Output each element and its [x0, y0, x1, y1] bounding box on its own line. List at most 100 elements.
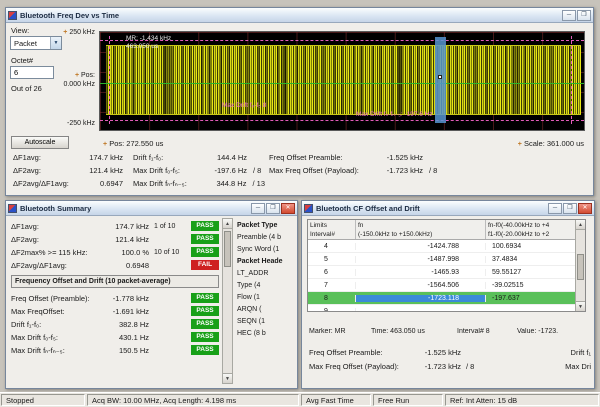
marker-readout: MR: -1.434 kHz 463.050 us [126, 35, 172, 50]
summary-row: ΔF2avg/ΔF1avg: 0.6948 FAIL [11, 259, 219, 271]
table-scrollbar[interactable]: ▲ ▼ [575, 220, 585, 311]
window-title: Bluetooth Freq Dev vs Time [20, 10, 120, 20]
table-row[interactable]: 6 -1465.93 59.55127 [308, 266, 585, 279]
restore-icon[interactable]: ❐ [563, 202, 577, 214]
scrollbar-thumb[interactable] [577, 254, 584, 280]
packet-field: Packet Type [237, 222, 278, 229]
minimize-icon[interactable]: ─ [562, 9, 576, 21]
metric-value: 344.8 Hz [216, 179, 247, 188]
freq-dev-plot[interactable]: MR: -1.434 kHz 463.050 us Max Drift f₀-f… [99, 31, 585, 131]
marker-dot-icon [438, 75, 442, 80]
window-summary: Bluetooth Summary ─ ❐ ✕ ΔF1avg: 174.7 kHz… [5, 200, 298, 389]
summary-row: Freq Offset (Preamble): -1.778 kHz PASS [11, 292, 219, 304]
metrics-column-3: Freq Offset Preamble: -1.525 kHz Max Freq… [269, 151, 469, 177]
summary-row: ΔF2avg: 121.4 kHz PASS [11, 233, 219, 245]
y-axis-mid-label: + Pos: [74, 72, 95, 79]
packet-field: SEQN (1 [237, 318, 266, 325]
restore-icon[interactable]: ❐ [577, 9, 591, 21]
octet-out-of-label: Out of 26 [11, 84, 42, 93]
window-title: Bluetooth Summary [20, 203, 92, 213]
marker-band[interactable] [435, 36, 446, 124]
marker-name: Marker: MR [309, 328, 346, 335]
metric-value: 0.6947 [100, 179, 123, 188]
status-bar: Stopped Acq BW: 10.00 MHz, Acq Length: 4… [0, 392, 600, 407]
table-row-selected[interactable]: 8 -1723.118 -197.637 [308, 292, 585, 305]
packet-start-line [109, 35, 110, 125]
packet-field: Packet Heade [237, 258, 283, 265]
column-header-interval: Limits Interval# [308, 220, 356, 239]
scroll-up-icon[interactable]: ▲ [223, 219, 232, 229]
scroll-down-icon[interactable]: ▼ [576, 301, 585, 311]
metric-label: Max Freq Offset (Payload): [269, 166, 359, 175]
packet-field: Type (4 [237, 282, 261, 289]
status-badge: PASS [191, 345, 219, 355]
summary-row: Max Drift f₀-f₅: 430.1 Hz PASS [11, 331, 219, 343]
metric-value: -1.525 kHz [386, 153, 423, 162]
plot-annotation-1: Max Drift f₀-f₅ 8 [222, 102, 267, 109]
close-icon[interactable]: ✕ [281, 202, 295, 214]
metric-extra: / 8 [429, 166, 438, 175]
restore-icon[interactable]: ❐ [266, 202, 280, 214]
packet-field: LT_ADDR [237, 270, 269, 277]
metric-value: -1.723 kHz [386, 166, 423, 175]
section-header: Frequency Offset and Drift (10 packet-av… [11, 275, 219, 288]
cf-offset-table: Limits Interval# fn (-150.0kHz to +150.0kH… [307, 219, 586, 312]
y-axis-bottom-label: -250 kHz [66, 120, 95, 127]
window-freq-dev: Bluetooth Freq Dev vs Time ─ ❐ View: Pac… [5, 7, 594, 196]
table-row[interactable]: 9 [308, 305, 585, 311]
y-axis-top-label: + 250 kHz [63, 29, 95, 36]
metric-value: 144.4 Hz [216, 153, 247, 162]
packet-end-line [571, 35, 572, 125]
trace-marker-icon: + [63, 29, 68, 36]
octet-label: Octet# [11, 56, 34, 65]
packet-field: Preamble (4 b [237, 234, 281, 241]
lower-limit-line [100, 120, 584, 122]
x-scale-label: + Scale: 361.000 us [517, 139, 584, 148]
summary-row: Max FreqOffset: -1.691 kHz PASS [11, 305, 219, 317]
metrics-column-1: ΔF1avg: 174.7 kHz ΔF2avg: 121.4 kHz ΔF2avg… [13, 151, 125, 190]
column-header-fn: fn (-150.0kHz to +150.0kHz) [356, 220, 486, 239]
zero-reference-line [100, 82, 584, 84]
metric-label: ΔF1avg: [13, 153, 41, 162]
bluetooth-app-icon [8, 10, 17, 20]
autoscale-button[interactable]: Autoscale [11, 136, 69, 149]
table-header: Limits Interval# fn (-150.0kHz to +150.0kH… [308, 220, 585, 240]
freq-dev-titlebar[interactable]: Bluetooth Freq Dev vs Time ─ ❐ [6, 8, 593, 23]
trace-marker-icon: + [517, 141, 522, 148]
plot-annotation-2: Max Drift fₙ-fₙ₋₅: -197.6 Hz [356, 111, 433, 118]
trace-marker-icon: + [74, 72, 80, 79]
metric-value: 174.7 kHz [89, 153, 123, 162]
status-trigger: Free Run [373, 394, 443, 406]
status-badge: PASS [191, 319, 219, 329]
cf-offset-titlebar[interactable]: Bluetooth CF Offset and Drift ─ ❐ ✕ [302, 201, 594, 216]
view-dropdown[interactable]: Packet ▼ [10, 36, 62, 50]
scroll-up-icon[interactable]: ▲ [576, 220, 585, 230]
summary-row: Max Drift fₙ-fₙ₋₅: 150.5 Hz PASS [11, 344, 219, 356]
table-row[interactable]: 7 -1564.506 -39.02515 [308, 279, 585, 292]
summary-titlebar[interactable]: Bluetooth Summary ─ ❐ ✕ [6, 201, 297, 216]
minimize-icon[interactable]: ─ [548, 202, 562, 214]
close-icon[interactable]: ✕ [578, 202, 592, 214]
cf-footer-row: Max Freq Offset (Payload): -1.723 kHz / … [309, 362, 591, 371]
status-acquisition: Acq BW: 10.00 MHz, Acq Length: 4.198 ms [87, 394, 299, 406]
y-axis-mid-value: 0.000 kHz [63, 81, 95, 88]
metric-label: Max Drift fₙ-fₙ₋₅: [133, 179, 187, 188]
packet-field: ARQN ( [237, 306, 262, 313]
metric-label: ΔF2avg: [13, 166, 41, 175]
freq-dev-waveform [106, 44, 581, 116]
table-row[interactable]: 4 -1424.788 100.6934 [308, 240, 585, 253]
summary-scrollbar[interactable]: ▲ ▼ [222, 218, 233, 384]
packet-fields-panel: Packet Type Preamble (4 b Sync Word (1 P… [237, 220, 297, 340]
column-header-drift: fn-f0(-40.00kHz to +4 f1-f0(-20.00kHz to … [488, 222, 550, 238]
scrollbar-thumb[interactable] [224, 231, 231, 267]
table-row[interactable]: 5 -1487.998 37.4834 [308, 253, 585, 266]
summary-row: ΔF2max% >= 115 kHz: 100.0 % 10 of 10 PASS [11, 246, 219, 258]
status-average: Avg Fast Time [301, 394, 371, 406]
metric-label: Drift f₁-f₀: [133, 153, 164, 162]
metrics-column-2: Drift f₁-f₀: 144.4 Hz Max Drift f₀-f₅: -19… [133, 151, 265, 190]
minimize-icon[interactable]: ─ [251, 202, 265, 214]
summary-row: ΔF1avg: 174.7 kHz 1 of 10 PASS [11, 220, 219, 232]
status-badge: PASS [191, 234, 219, 244]
scroll-down-icon[interactable]: ▼ [223, 373, 232, 383]
view-label: View: [11, 26, 30, 35]
